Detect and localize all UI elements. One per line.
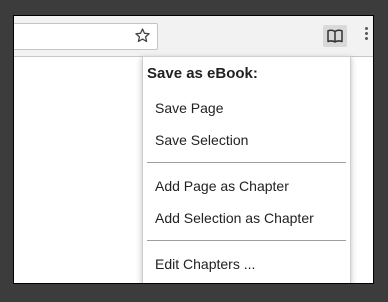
ebook-extension-button[interactable] bbox=[323, 25, 347, 47]
edit-chapters-item[interactable]: Edit Chapters ... bbox=[155, 256, 255, 272]
popup-title: Save as eBook: bbox=[147, 65, 258, 82]
save-as-ebook-popup: Save as eBook: Save Page Save Selection … bbox=[142, 56, 351, 283]
add-page-as-chapter-item[interactable]: Add Page as Chapter bbox=[155, 178, 289, 194]
browser-toolbar bbox=[14, 16, 373, 57]
browser-menu-button[interactable] bbox=[362, 27, 370, 45]
separator bbox=[147, 240, 346, 241]
separator bbox=[147, 162, 346, 163]
add-selection-as-chapter-item[interactable]: Add Selection as Chapter bbox=[155, 210, 314, 226]
star-icon[interactable] bbox=[134, 27, 151, 44]
save-selection-item[interactable]: Save Selection bbox=[155, 132, 248, 148]
save-page-item[interactable]: Save Page bbox=[155, 100, 224, 116]
open-book-icon bbox=[327, 29, 343, 43]
browser-window: Save as eBook: Save Page Save Selection … bbox=[13, 15, 374, 284]
address-bar[interactable] bbox=[14, 23, 158, 50]
